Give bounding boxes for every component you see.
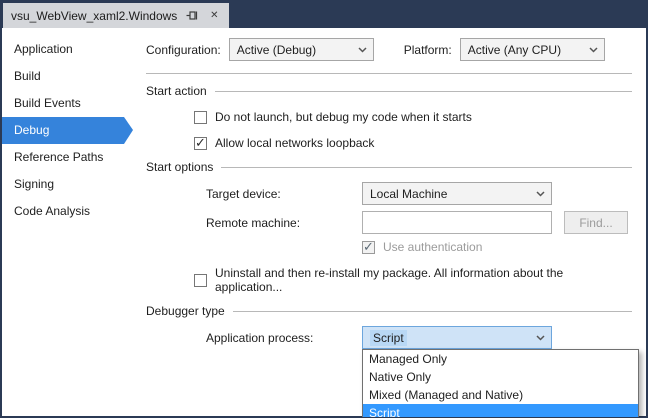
divider bbox=[233, 311, 632, 312]
sidebar-item-reference-paths[interactable]: Reference Paths bbox=[2, 144, 124, 171]
configuration-row: Configuration: Active (Debug) Platform: … bbox=[146, 38, 632, 61]
tab-title: vsu_WebView_xaml2.Windows bbox=[11, 9, 177, 23]
close-icon[interactable]: ✕ bbox=[207, 9, 221, 23]
property-page-sidebar: Application Build Build Events Debug Ref… bbox=[2, 28, 132, 416]
configuration-value: Active (Debug) bbox=[237, 43, 316, 57]
sidebar-item-debug[interactable]: Debug bbox=[2, 117, 124, 144]
option-managed-only[interactable]: Managed Only bbox=[363, 350, 638, 368]
configuration-dropdown[interactable]: Active (Debug) bbox=[229, 38, 374, 61]
sidebar-item-code-analysis[interactable]: Code Analysis bbox=[2, 198, 124, 225]
application-process-value: Script bbox=[370, 330, 407, 346]
sidebar-item-build-events[interactable]: Build Events bbox=[2, 90, 124, 117]
application-process-row: Application process: Script Managed Only… bbox=[206, 326, 632, 349]
application-process-options-list: Managed Only Native Only Mixed (Managed … bbox=[362, 349, 639, 418]
target-device-dropdown[interactable]: Local Machine bbox=[362, 182, 552, 205]
remote-machine-row: Remote machine: Find... bbox=[206, 211, 632, 234]
remote-machine-label: Remote machine: bbox=[206, 216, 362, 230]
divider bbox=[221, 167, 632, 168]
no-launch-checkbox[interactable] bbox=[194, 111, 207, 124]
chevron-down-icon bbox=[358, 47, 367, 53]
loopback-row: Allow local networks loopback bbox=[194, 136, 632, 150]
sidebar-item-build[interactable]: Build bbox=[2, 63, 124, 90]
chevron-down-icon bbox=[536, 191, 545, 197]
application-process-label: Application process: bbox=[206, 331, 362, 345]
use-authentication-row: Use authentication bbox=[362, 240, 632, 254]
target-device-label: Target device: bbox=[206, 187, 362, 201]
divider bbox=[215, 91, 632, 92]
configuration-label: Configuration: bbox=[146, 43, 221, 57]
no-launch-row: Do not launch, but debug my code when it… bbox=[194, 110, 632, 124]
target-device-value: Local Machine bbox=[370, 187, 447, 201]
start-options-title: Start options bbox=[146, 160, 213, 174]
pin-icon[interactable] bbox=[185, 9, 199, 23]
platform-value: Active (Any CPU) bbox=[468, 43, 561, 57]
uninstall-checkbox[interactable] bbox=[194, 274, 207, 287]
start-action-section-header: Start action bbox=[146, 84, 632, 98]
debug-settings-panel: Configuration: Active (Debug) Platform: … bbox=[132, 28, 646, 416]
use-authentication-checkbox[interactable] bbox=[362, 241, 375, 254]
option-script[interactable]: Script bbox=[363, 404, 638, 418]
start-action-title: Start action bbox=[146, 84, 207, 98]
property-page: Application Build Build Events Debug Ref… bbox=[2, 28, 646, 416]
start-options-section-header: Start options bbox=[146, 160, 632, 174]
sidebar-item-signing[interactable]: Signing bbox=[2, 171, 124, 198]
target-device-row: Target device: Local Machine bbox=[206, 182, 632, 205]
debugger-type-title: Debugger type bbox=[146, 304, 225, 318]
platform-dropdown[interactable]: Active (Any CPU) bbox=[460, 38, 605, 61]
remote-machine-input[interactable] bbox=[362, 211, 552, 234]
chevron-down-icon bbox=[536, 335, 545, 341]
uninstall-label: Uninstall and then re-install my package… bbox=[215, 266, 632, 294]
option-mixed[interactable]: Mixed (Managed and Native) bbox=[363, 386, 638, 404]
debugger-type-section-header: Debugger type bbox=[146, 304, 632, 318]
option-native-only[interactable]: Native Only bbox=[363, 368, 638, 386]
loopback-label: Allow local networks loopback bbox=[215, 136, 374, 150]
application-process-dropdown[interactable]: Script bbox=[362, 326, 552, 349]
divider bbox=[146, 73, 632, 74]
project-properties-window: vsu_WebView_xaml2.Windows ✕ Application … bbox=[0, 0, 648, 418]
loopback-checkbox[interactable] bbox=[194, 137, 207, 150]
find-button[interactable]: Find... bbox=[564, 211, 628, 234]
no-launch-label: Do not launch, but debug my code when it… bbox=[215, 110, 472, 124]
document-tab[interactable]: vsu_WebView_xaml2.Windows ✕ bbox=[3, 3, 229, 28]
document-tab-bar: vsu_WebView_xaml2.Windows ✕ bbox=[1, 1, 647, 28]
platform-label: Platform: bbox=[404, 43, 452, 57]
sidebar-item-application[interactable]: Application bbox=[2, 36, 124, 63]
uninstall-row: Uninstall and then re-install my package… bbox=[194, 266, 632, 294]
chevron-down-icon bbox=[589, 47, 598, 53]
use-authentication-label: Use authentication bbox=[383, 240, 482, 254]
